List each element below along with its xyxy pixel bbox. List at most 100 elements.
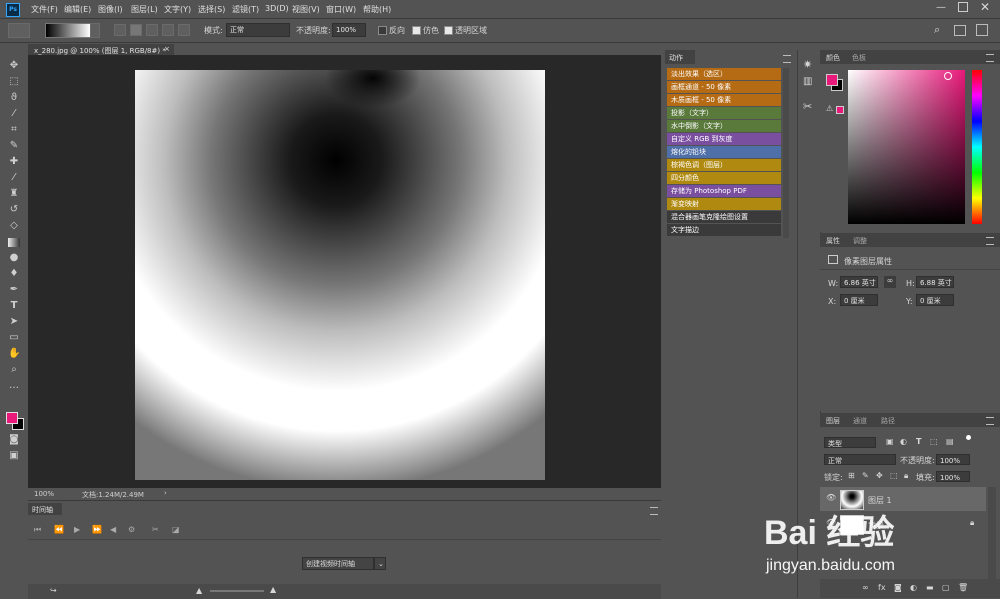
prev-frame-icon[interactable]: ⏪ bbox=[54, 525, 64, 534]
x-input[interactable]: 0 厘米 bbox=[840, 294, 878, 306]
share-icon[interactable] bbox=[976, 24, 988, 36]
lock-move-icon[interactable]: ✥ bbox=[876, 471, 883, 480]
menu-file[interactable]: 文件(F) bbox=[31, 4, 58, 15]
menu-filter[interactable]: 滤镜(T) bbox=[232, 4, 259, 15]
split-icon[interactable]: ✂ bbox=[152, 525, 159, 534]
filter-smart-icon[interactable]: ▤ bbox=[946, 437, 954, 446]
action-item[interactable]: 文字描边 bbox=[667, 224, 781, 236]
action-item[interactable]: 棕褐色调（图层） bbox=[667, 159, 781, 171]
first-frame-icon[interactable]: ⏮ bbox=[34, 525, 41, 535]
more-tools-icon[interactable]: … bbox=[8, 380, 20, 392]
color-field[interactable] bbox=[848, 70, 965, 224]
marquee-tool-icon[interactable]: ⬚ bbox=[8, 76, 20, 88]
menu-view[interactable]: 视图(V) bbox=[292, 4, 320, 15]
actions-menu-icon[interactable] bbox=[783, 55, 791, 63]
properties-tab[interactable]: 属性 bbox=[826, 236, 840, 246]
radial-gradient-icon[interactable] bbox=[130, 24, 142, 36]
mode-select[interactable]: 正常 bbox=[226, 23, 290, 37]
timeline-zoom-slider[interactable] bbox=[210, 590, 264, 592]
quick-mask-icon[interactable]: ◙ bbox=[8, 434, 20, 446]
h-input[interactable]: 6.88 英寸 bbox=[916, 276, 954, 288]
filter-toggle-icon[interactable] bbox=[966, 435, 971, 440]
dodge-tool-icon[interactable]: ♦ bbox=[8, 268, 20, 280]
web-color-swatch[interactable] bbox=[836, 106, 844, 114]
timeline-menu-icon[interactable] bbox=[650, 507, 658, 515]
path-selection-tool-icon[interactable]: ➤ bbox=[8, 316, 20, 328]
action-item[interactable]: 投影（文字） bbox=[667, 107, 781, 119]
pen-tool-icon[interactable]: ✒ bbox=[8, 284, 20, 296]
lock-artboard-icon[interactable]: ⬚ bbox=[890, 471, 898, 480]
swatches-tab[interactable]: 色板 bbox=[852, 53, 866, 63]
minimize-icon[interactable]: — bbox=[936, 2, 946, 13]
audio-icon[interactable]: ◀ bbox=[110, 525, 116, 534]
gradient-dropdown-icon[interactable] bbox=[90, 23, 100, 38]
zoom-level[interactable]: 100% bbox=[34, 490, 54, 498]
layers-scrollbar[interactable] bbox=[988, 487, 996, 579]
filter-type-icon[interactable]: T bbox=[916, 437, 921, 446]
actions-scrollbar[interactable] bbox=[783, 68, 789, 238]
history-brush-tool-icon[interactable]: ↺ bbox=[8, 204, 20, 216]
menu-3d[interactable]: 3D(D) bbox=[265, 4, 289, 13]
action-item[interactable]: 自定义 RGB 到灰度 bbox=[667, 133, 781, 145]
eyedropper-tool-icon[interactable]: ✎ bbox=[8, 140, 20, 152]
action-item[interactable]: 混合器画笔克隆绘图设置 bbox=[667, 211, 781, 223]
layers-menu-icon[interactable] bbox=[986, 417, 994, 425]
action-item[interactable]: 存储为 Photoshop PDF bbox=[667, 185, 781, 197]
document-image[interactable] bbox=[135, 70, 545, 480]
screen-mode-icon[interactable]: ▣ bbox=[8, 450, 20, 462]
gradient-tool-preset-icon[interactable] bbox=[8, 23, 30, 38]
restore-icon[interactable] bbox=[958, 2, 968, 12]
color-picker-handle[interactable] bbox=[944, 72, 952, 80]
adjustments-tab[interactable]: 调整 bbox=[853, 236, 867, 246]
diamond-gradient-icon[interactable] bbox=[178, 24, 190, 36]
lasso-tool-icon[interactable]: ϑ bbox=[8, 92, 20, 104]
menu-select[interactable]: 选择(S) bbox=[198, 4, 225, 15]
y-input[interactable]: 0 厘米 bbox=[916, 294, 954, 306]
brush-tool-icon[interactable]: ⁄ bbox=[8, 172, 20, 184]
hand-tool-icon[interactable]: ✋ bbox=[8, 348, 20, 360]
action-item[interactable]: 熔化的铅块 bbox=[667, 146, 781, 158]
color-tab[interactable]: 颜色 bbox=[826, 53, 840, 63]
gradient-tool-icon[interactable] bbox=[8, 238, 20, 247]
layer-visibility-eye-icon[interactable]: 👁︎ bbox=[826, 493, 836, 502]
lock-paint-icon[interactable]: ✎ bbox=[862, 471, 869, 480]
blend-mode-select[interactable]: 正常 bbox=[824, 454, 896, 465]
menu-edit[interactable]: 编辑(E) bbox=[64, 4, 91, 15]
timeline-tab[interactable]: 时间轴 bbox=[28, 503, 62, 515]
layers-tab[interactable]: 图层 bbox=[826, 416, 840, 426]
status-arrow-icon[interactable]: › bbox=[164, 489, 167, 497]
color-fg-swatch[interactable] bbox=[826, 74, 838, 86]
tools-icon[interactable]: ✂ bbox=[803, 100, 812, 113]
menu-window[interactable]: 窗口(W) bbox=[326, 4, 356, 15]
action-item[interactable]: 木质画框 - 50 像素 bbox=[667, 94, 781, 106]
transition-icon[interactable]: ◪ bbox=[172, 525, 180, 534]
zoom-tool-icon[interactable]: ⌕ bbox=[8, 364, 20, 376]
menu-help[interactable]: 帮助(H) bbox=[363, 4, 391, 15]
foreground-color-swatch[interactable] bbox=[6, 412, 18, 424]
action-item[interactable]: 四分颜色 bbox=[667, 172, 781, 184]
layer-opacity-input[interactable]: 100% bbox=[936, 454, 970, 465]
eraser-tool-icon[interactable]: ◇ bbox=[8, 220, 20, 232]
settings-icon[interactable]: ⚙ bbox=[128, 525, 135, 534]
link-icon[interactable]: ∞ bbox=[884, 276, 896, 288]
magic-wand-tool-icon[interactable]: ⁄ bbox=[8, 108, 20, 120]
stamp-tool-icon[interactable]: ♜ bbox=[8, 188, 20, 200]
layer-kind-filter[interactable]: 类型 bbox=[824, 437, 876, 448]
crop-tool-icon[interactable]: ⌗ bbox=[8, 124, 20, 136]
menu-type[interactable]: 文字(Y) bbox=[164, 4, 191, 15]
linear-gradient-icon[interactable] bbox=[114, 24, 126, 36]
next-frame-icon[interactable]: ⏩ bbox=[92, 525, 102, 534]
paths-tab[interactable]: 路径 bbox=[881, 416, 895, 426]
filter-shape-icon[interactable]: ⬚ bbox=[930, 437, 938, 446]
rectangle-tool-icon[interactable]: ▭ bbox=[8, 332, 20, 344]
healing-tool-icon[interactable]: ✚ bbox=[8, 156, 20, 168]
reflected-gradient-icon[interactable] bbox=[162, 24, 174, 36]
menu-image[interactable]: 图像(I) bbox=[98, 4, 123, 15]
properties-menu-icon[interactable] bbox=[986, 237, 994, 245]
search-icon[interactable]: ⌕ bbox=[934, 23, 940, 37]
adjustments-icon[interactable]: ✷ bbox=[803, 58, 812, 71]
filter-adjustment-icon[interactable]: ◐ bbox=[900, 437, 907, 446]
convert-icon[interactable]: ↪ bbox=[50, 586, 57, 595]
lock-transparent-icon[interactable]: ⊞ bbox=[848, 471, 855, 480]
close-window-icon[interactable]: ✕ bbox=[980, 0, 990, 14]
